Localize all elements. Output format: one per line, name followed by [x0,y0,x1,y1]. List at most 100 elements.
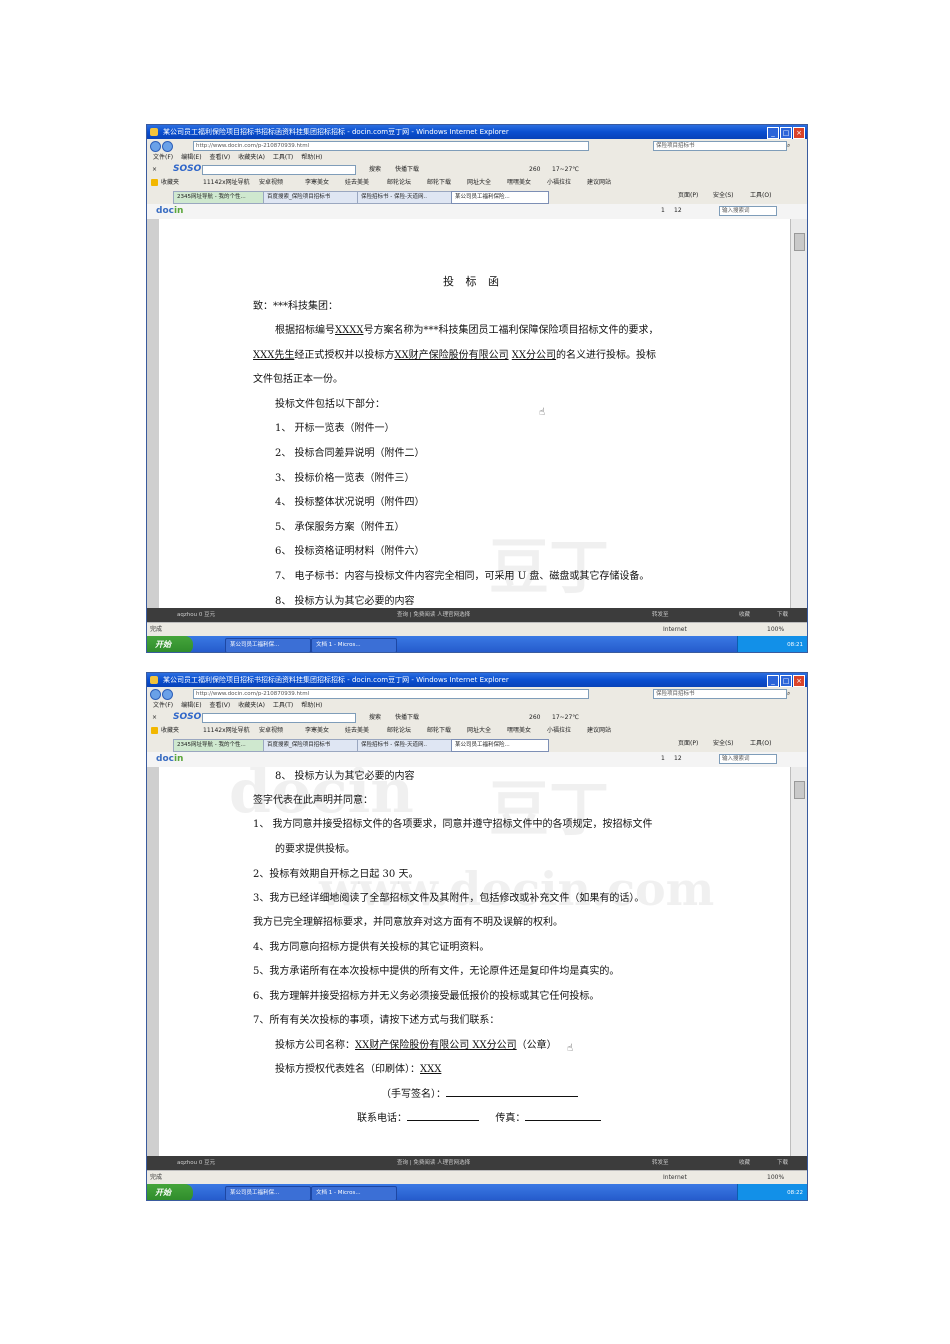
collect-button[interactable]: 收藏 [739,1156,750,1170]
download-button[interactable]: 快播下载 [395,165,419,174]
soso-search-input[interactable] [202,165,356,175]
share-button[interactable]: 转发至 [652,608,669,622]
fav-link-5[interactable]: 邮轮论坛 [387,178,411,187]
page-menu[interactable]: 页面(P) [678,739,698,748]
soso-search-button[interactable]: 搜索 [369,165,381,174]
favorites-button[interactable]: 收藏夹 [161,726,179,735]
favorites-button[interactable]: 收藏夹 [161,178,179,187]
maximize-button[interactable]: □ [780,127,792,139]
window-title-bar[interactable]: 某公司员工福利保险项目招标书招标函资料挂集团招标招标 - docin.com豆丁… [147,673,807,687]
safety-menu[interactable]: 安全(S) [713,191,734,200]
page-number[interactable]: 1 [661,754,665,763]
back-icon[interactable] [150,141,161,152]
forward-icon[interactable] [162,689,173,700]
page-menu[interactable]: 页面(P) [678,191,698,200]
fav-link-8[interactable]: 嘿嘿美女 [507,726,531,735]
start-button[interactable]: 开始 [147,636,193,652]
tab-insurance[interactable]: 保险招标书 - 保险-天道网.. [357,191,453,204]
menu-tools[interactable]: 工具(T) [273,700,293,711]
task-ie[interactable]: 某公司员工福利保... [225,638,311,652]
safety-menu[interactable]: 安全(S) [713,739,734,748]
menu-help[interactable]: 帮助(H) [301,152,322,163]
address-input[interactable]: http://www.docin.com/p-210870939.html [193,689,589,699]
menu-edit[interactable]: 编辑(E) [181,700,201,711]
vertical-scrollbar[interactable] [790,219,807,608]
soso-search-input[interactable] [202,713,356,723]
fav-link-8[interactable]: 嘿嘿美女 [507,178,531,187]
maximize-button[interactable]: □ [780,675,792,687]
page-number[interactable]: 1 [661,206,665,215]
download-button[interactable]: 快播下载 [395,713,419,722]
fav-link-6[interactable]: 邮轮下载 [427,178,451,187]
address-input[interactable]: http://www.docin.com/p-210870939.html [193,141,589,151]
menu-tools[interactable]: 工具(T) [273,152,293,163]
fav-link-3[interactable]: 李寒美女 [305,726,329,735]
start-button[interactable]: 开始 [147,1184,193,1200]
zoom-level[interactable]: 100% [767,1171,784,1185]
search-icon[interactable]: ⌕ [787,141,790,150]
fav-link-6[interactable]: 邮轮下载 [427,726,451,735]
fav-link-10[interactable]: 建议网站 [587,726,611,735]
minimize-button[interactable]: _ [767,675,779,687]
task-word[interactable]: 文档 1 - Micros... [311,638,397,652]
close-toolbar-icon[interactable]: × [152,165,157,174]
menu-file[interactable]: 文件(F) [153,152,173,163]
tab-current[interactable]: 某公司员工福利保险... [451,191,549,204]
tools-menu[interactable]: 工具(O) [750,739,771,748]
fav-link-4[interactable]: 娃去美美 [345,726,369,735]
menu-favorites[interactable]: 收藏夹(A) [238,152,265,163]
scroll-thumb[interactable] [794,781,805,799]
vertical-scrollbar[interactable] [790,767,807,1156]
search-input[interactable]: 保险项目招标书 [653,689,787,699]
tools-menu[interactable]: 工具(O) [750,191,771,200]
tab-2345[interactable]: 2345网址导航 - 我的个性... [173,739,265,752]
menu-file[interactable]: 文件(F) [153,700,173,711]
bottom-center[interactable]: 查询 | 免费阅读 人理官网选择 [397,1156,470,1170]
tab-current[interactable]: 某公司员工福利保险... [451,739,549,752]
fax-label: 传真： [495,1113,526,1124]
collect-button[interactable]: 收藏 [739,608,750,622]
menu-view[interactable]: 查看(V) [209,700,230,711]
close-button[interactable]: × [793,127,805,139]
minimize-button[interactable]: _ [767,127,779,139]
download-doc-button[interactable]: 下载 [777,608,788,622]
bottom-center[interactable]: 查询 | 免费阅读 人理官网选择 [397,608,470,622]
fav-link-9[interactable]: 小福拉拉 [547,726,571,735]
menu-view[interactable]: 查看(V) [209,152,230,163]
close-toolbar-icon[interactable]: × [152,713,157,722]
page-total: 12 [674,755,682,762]
share-button[interactable]: 转发至 [652,1156,669,1170]
fav-link-1[interactable]: 11142x网址导航 [203,178,250,187]
scroll-thumb[interactable] [794,233,805,251]
tab-baidu[interactable]: 百度搜索_保险项目招标书 [263,739,359,752]
doc-search-input[interactable]: 输入搜索词 [719,754,777,764]
tab-insurance[interactable]: 保险招标书 - 保险-天道网.. [357,739,453,752]
task-ie[interactable]: 某公司员工福利保... [225,1186,311,1200]
tab-baidu[interactable]: 百度搜索_保险项目招标书 [263,191,359,204]
fav-link-10[interactable]: 建议网站 [587,178,611,187]
close-button[interactable]: × [793,675,805,687]
search-icon[interactable]: ⌕ [787,689,790,698]
back-icon[interactable] [150,689,161,700]
fav-link-5[interactable]: 邮轮论坛 [387,726,411,735]
menu-help[interactable]: 帮助(H) [301,700,322,711]
fav-link-7[interactable]: 网址大全 [467,726,491,735]
zoom-level[interactable]: 100% [767,623,784,637]
fav-link-4[interactable]: 娃去美美 [345,178,369,187]
soso-search-button[interactable]: 搜索 [369,713,381,722]
window-title-bar[interactable]: 某公司员工福利保险项目招标书招标函资料挂集团招标招标 - docin.com豆丁… [147,125,807,139]
fav-link-2[interactable]: 安卓视频 [259,726,283,735]
menu-edit[interactable]: 编辑(E) [181,152,201,163]
fav-link-2[interactable]: 安卓视频 [259,178,283,187]
forward-icon[interactable] [162,141,173,152]
fav-link-7[interactable]: 网址大全 [467,178,491,187]
tab-2345[interactable]: 2345网址导航 - 我的个性... [173,191,265,204]
fav-link-1[interactable]: 11142x网址导航 [203,726,250,735]
fav-link-3[interactable]: 李寒美女 [305,178,329,187]
search-input[interactable]: 保险项目招标书 [653,141,787,151]
menu-favorites[interactable]: 收藏夹(A) [238,700,265,711]
doc-search-input[interactable]: 输入搜索词 [719,206,777,216]
download-doc-button[interactable]: 下载 [777,1156,788,1170]
fav-link-9[interactable]: 小福拉拉 [547,178,571,187]
task-word[interactable]: 文档 1 - Micros... [311,1186,397,1200]
